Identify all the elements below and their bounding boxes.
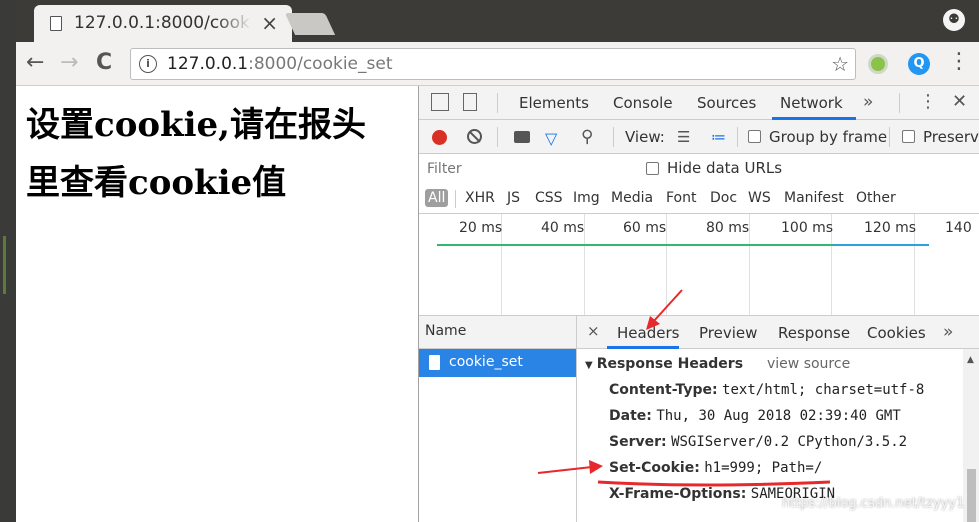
arrow-to-set-cookie xyxy=(537,460,603,474)
watermark: https://blog.csdn.net/tzyyy1 xyxy=(782,496,965,511)
arrow-to-headers-tab xyxy=(646,289,683,330)
set-cookie-underline xyxy=(597,480,831,487)
annotation-overlay xyxy=(537,289,831,487)
